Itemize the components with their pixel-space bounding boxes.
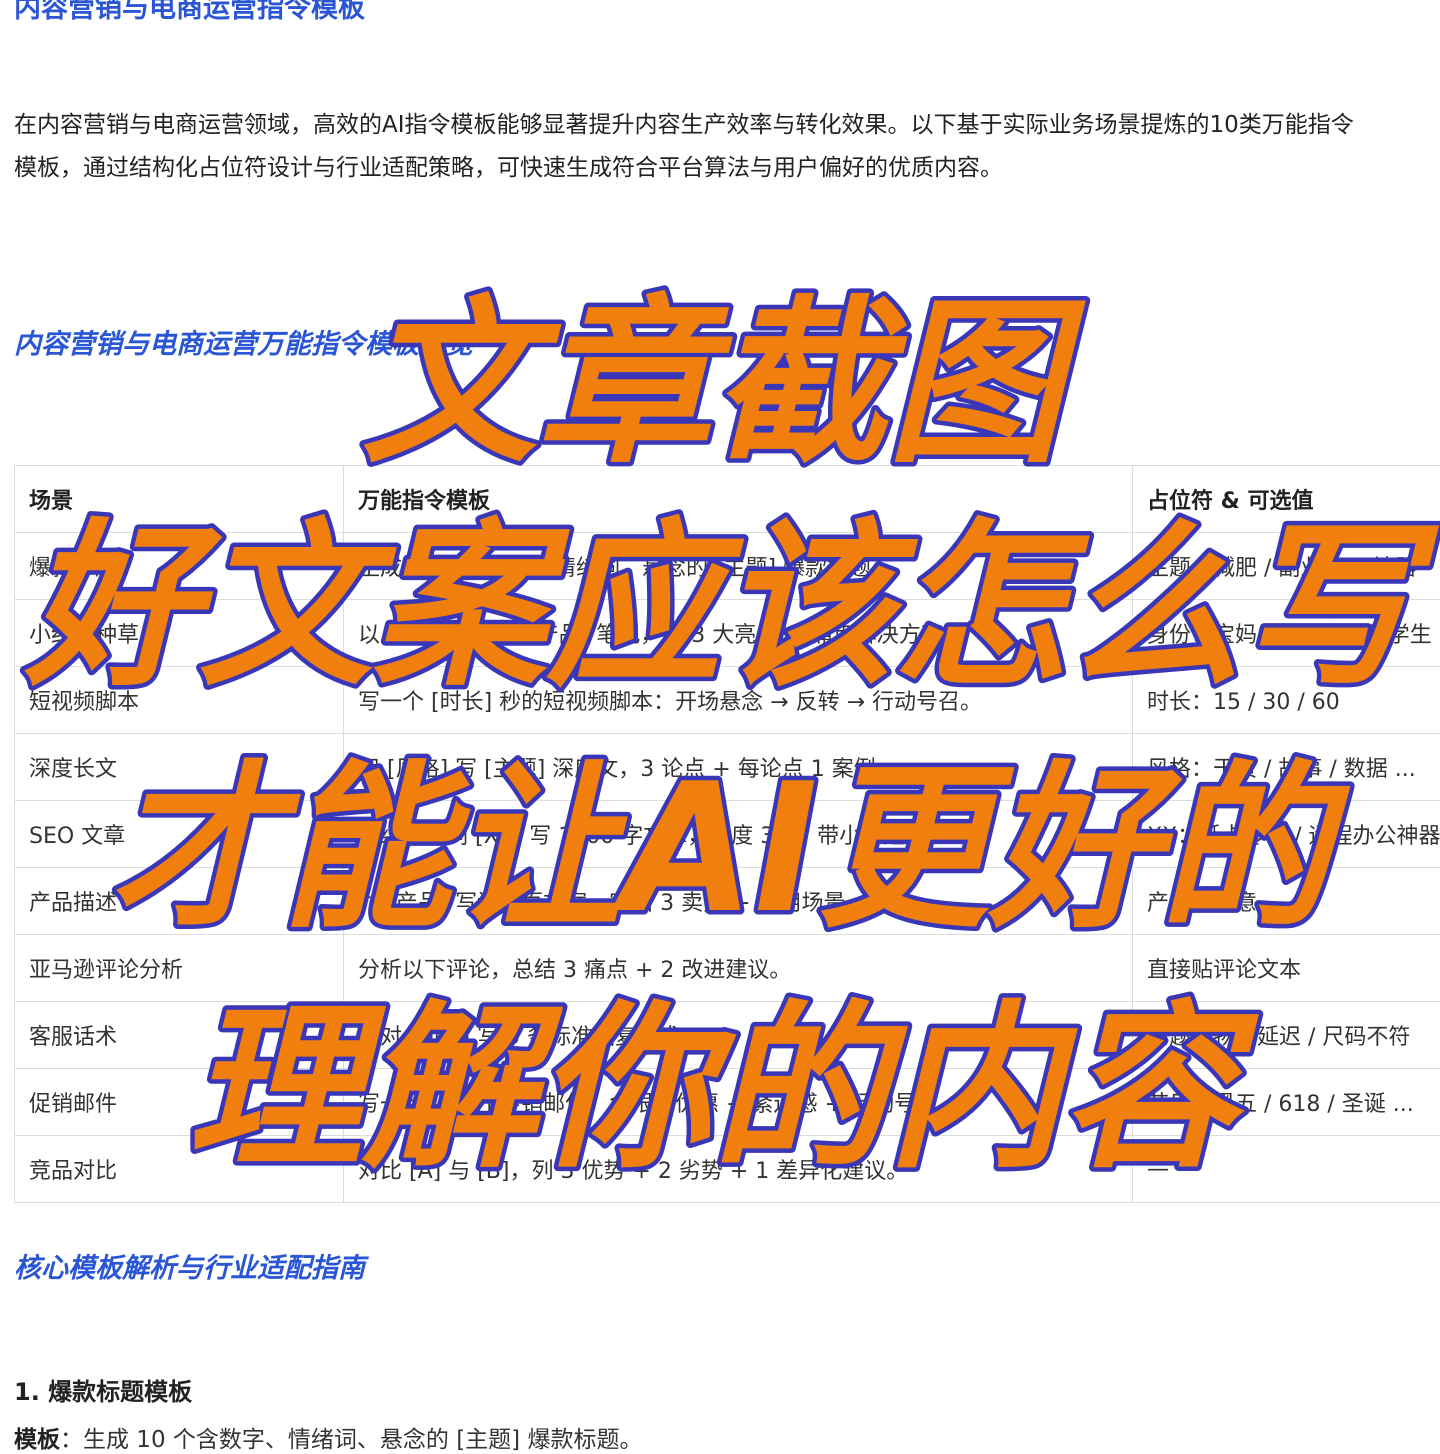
overlay-line-2: 好文案应该怎么写 (24, 503, 1439, 710)
overlay-svg: 文章截图 好文案应该怎么写 才能让AI更好的 理解你的内容 (0, 0, 1440, 1440)
overlay-line-3: 才能让AI更好的 (110, 745, 1351, 952)
cover-title-overlay: 文章截图 好文案应该怎么写 才能让AI更好的 理解你的内容 (0, 0, 1440, 1440)
overlay-line-4: 理解你的内容 (187, 985, 1260, 1192)
overlay-line-1: 文章截图 (362, 280, 1087, 487)
